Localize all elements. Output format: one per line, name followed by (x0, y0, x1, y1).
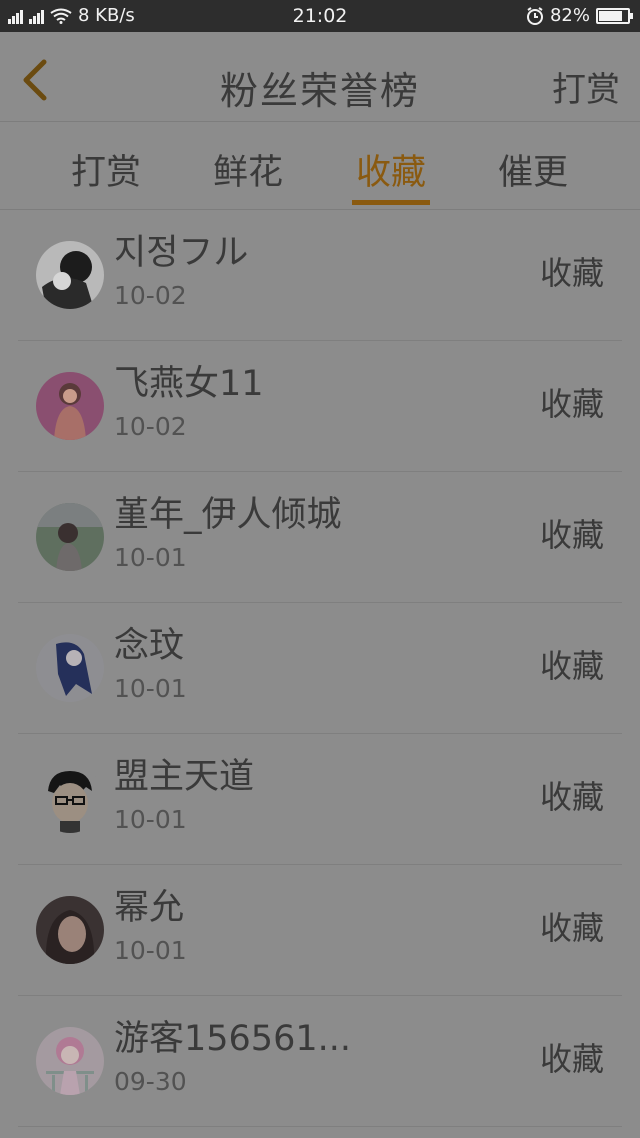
fan-action: 收藏 (539, 909, 604, 947)
page-title: 粉丝荣誉榜 (219, 69, 420, 113)
list-item[interactable]: 飞燕女11 10-02 收藏 (18, 341, 622, 472)
fan-action: 收藏 (539, 516, 604, 554)
fan-date: 10-01 (114, 805, 187, 834)
fan-action: 收藏 (539, 778, 604, 816)
fan-date: 09-30 (114, 1067, 187, 1096)
status-bar: 8 KB/s 21:02 82% (0, 0, 640, 32)
list-item[interactable]: 幂允 10-01 收藏 (18, 865, 622, 996)
reward-button[interactable]: 打赏 (552, 62, 620, 111)
list-item[interactable]: 堇年_伊人倾城 10-01 收藏 (18, 472, 622, 603)
status-right: 82% (526, 5, 633, 26)
fan-date: 10-02 (114, 412, 187, 441)
tab-urge-update[interactable]: 催更 (483, 144, 583, 195)
tab-reward[interactable]: 打赏 (56, 144, 156, 195)
avatar (36, 896, 104, 964)
avatar (36, 372, 104, 440)
list-item[interactable]: 지정フル 10-02 收藏 (18, 210, 622, 341)
fan-date: 10-01 (114, 936, 187, 965)
battery-level (599, 10, 622, 21)
ranking-tabs: 打赏 鲜花 收藏 催更 (0, 122, 640, 210)
avatar (36, 241, 104, 309)
list-item[interactable]: 盟主天道 10-01 收藏 (18, 734, 622, 865)
battery-percent: 82% (549, 5, 590, 26)
alarm-icon (526, 6, 543, 25)
fan-date: 10-01 (114, 674, 187, 703)
fan-action: 收藏 (539, 1040, 604, 1078)
list-item[interactable]: 念玟 10-01 收藏 (18, 603, 622, 734)
avatar (36, 503, 104, 571)
active-tab-indicator (352, 200, 430, 205)
tab-flowers[interactable]: 鲜花 (198, 144, 298, 195)
avatar (36, 765, 104, 833)
fan-name: 念玟 (114, 626, 185, 666)
fan-action: 收藏 (539, 254, 604, 292)
fan-date: 10-01 (114, 543, 187, 572)
tab-favorites[interactable]: 收藏 (341, 144, 441, 195)
avatar (36, 634, 104, 702)
fan-action: 收藏 (539, 385, 604, 423)
app-header: 粉丝荣誉榜 打赏 (0, 32, 640, 122)
list-item[interactable]: 游客156561... 09-30 收藏 (18, 996, 622, 1127)
fan-name: 飞燕女11 (114, 364, 264, 404)
fan-name: 堇年_伊人倾城 (114, 495, 342, 535)
battery-icon (596, 7, 633, 24)
avatar (36, 1027, 104, 1095)
fan-name: 盟主天道 (114, 757, 255, 797)
fan-name: 游客156561... (114, 1019, 351, 1059)
fan-name: 幂允 (114, 888, 185, 928)
fan-date: 10-02 (114, 281, 187, 310)
fan-action: 收藏 (539, 647, 604, 685)
fan-name: 지정フル (114, 233, 249, 273)
